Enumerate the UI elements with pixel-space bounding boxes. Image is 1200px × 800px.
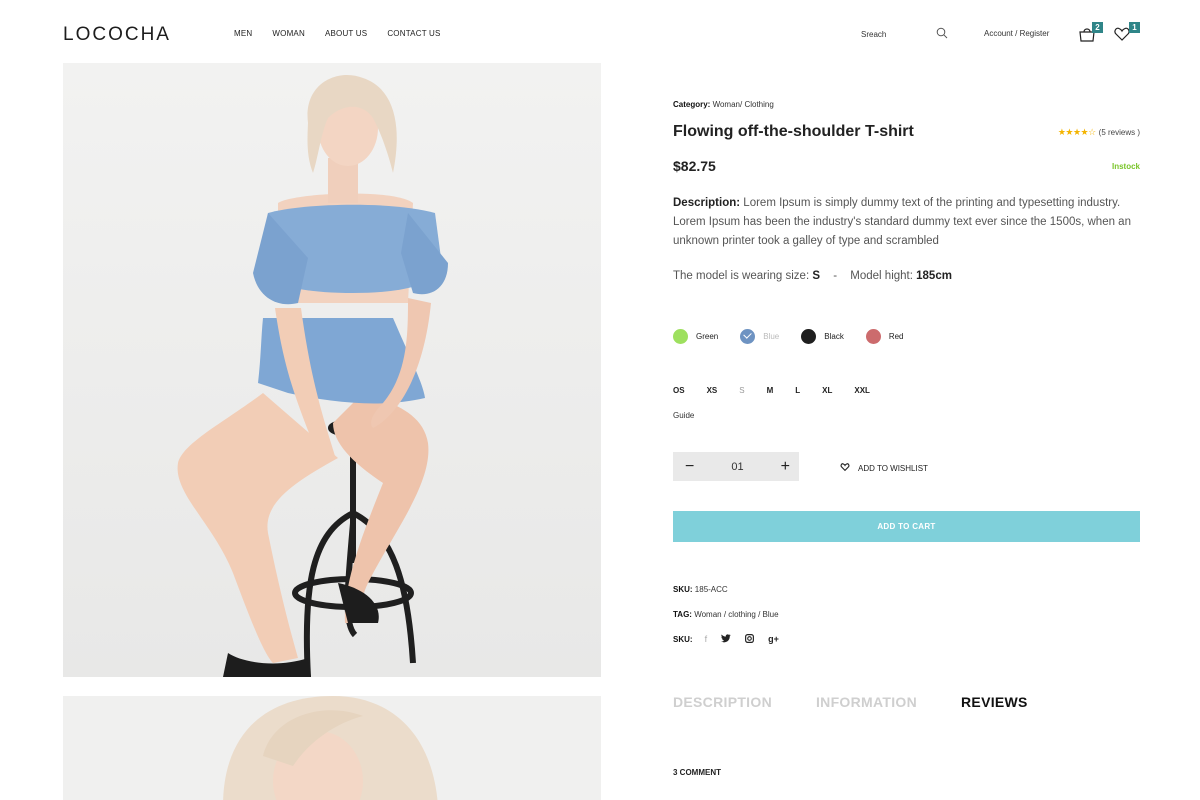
quantity-input[interactable]: 01 xyxy=(731,461,743,473)
main-nav: MEN WOMAN ABOUT US CONTACT US xyxy=(234,29,461,38)
model-size-value: S xyxy=(812,270,821,282)
size-option-l[interactable]: L xyxy=(795,386,800,395)
logo[interactable]: LOCOCHA xyxy=(63,24,171,46)
cart-count-badge: 2 xyxy=(1092,22,1103,33)
size-option-s[interactable]: S xyxy=(739,386,744,395)
comment-count: 3 COMMENT xyxy=(673,768,721,777)
color-option-green[interactable]: Green xyxy=(673,329,718,344)
share-row: SKU: f g+ xyxy=(673,634,793,645)
tag-row: TAG: Woman / clothing / Blue xyxy=(673,610,779,619)
size-option-os[interactable]: OS xyxy=(673,386,685,395)
sku-value: 185-ACC xyxy=(694,585,728,594)
tab-reviews[interactable]: REVIEWS xyxy=(961,694,1028,710)
instagram-icon[interactable] xyxy=(745,634,755,645)
color-option-red[interactable]: Red xyxy=(865,329,904,344)
cart-button[interactable]: 2 xyxy=(1078,22,1104,44)
size-option-xs[interactable]: XS xyxy=(707,386,718,395)
product-tabs: DESCRIPTION INFORMATION REVIEWS xyxy=(673,694,1072,710)
model-height-value: 185cm xyxy=(916,270,952,282)
social-links: f g+ xyxy=(705,634,793,645)
color-label: Blue xyxy=(763,332,780,341)
size-option-m[interactable]: M xyxy=(767,386,774,395)
account-register-link[interactable]: Account / Register xyxy=(984,29,1049,38)
size-option-xxl[interactable]: XXL xyxy=(854,386,870,395)
category-link[interactable]: Woman/ Clothing xyxy=(713,100,774,109)
color-option-blue[interactable]: Blue xyxy=(740,329,779,344)
color-label: Black xyxy=(824,332,844,341)
model-height-label: Model hight: xyxy=(850,270,913,282)
star-rating-icon: ★★★★☆ xyxy=(1057,127,1096,137)
product-rating[interactable]: ★★★★☆ (5 reviews ) xyxy=(1058,127,1140,138)
color-swatch[interactable] xyxy=(673,329,688,344)
tab-description[interactable]: DESCRIPTION xyxy=(673,694,772,710)
share-label: SKU: xyxy=(673,635,693,644)
product-price: $82.75 xyxy=(673,158,716,174)
nav-about-us[interactable]: ABOUT US xyxy=(325,29,367,38)
model-separator: - xyxy=(833,270,838,282)
category-label: Category: xyxy=(673,100,711,109)
sku-label: SKU: xyxy=(673,585,693,594)
color-swatch[interactable] xyxy=(865,329,881,344)
facebook-icon[interactable]: f xyxy=(705,634,708,645)
color-label: Green xyxy=(696,332,719,341)
decrease-quantity-button[interactable]: − xyxy=(685,458,694,475)
tag-label: TAG: xyxy=(673,610,692,619)
nav-men[interactable]: MEN xyxy=(234,29,252,38)
color-option-black[interactable]: Black xyxy=(801,329,844,344)
tag-links[interactable]: Woman / clothing / Blue xyxy=(694,610,778,619)
nav-woman[interactable]: WOMAN xyxy=(272,29,305,38)
increase-quantity-button[interactable]: + xyxy=(781,458,790,475)
color-swatch[interactable] xyxy=(801,329,817,344)
reviews-count[interactable]: (5 reviews ) xyxy=(1099,128,1140,137)
product-title: Flowing off-the-shoulder T-shirt xyxy=(673,123,914,140)
add-to-cart-button[interactable]: ADD TO CART xyxy=(673,511,1140,542)
product-category: Category: Woman/ Clothing xyxy=(673,100,774,109)
description-label: Description: xyxy=(673,197,741,209)
search-box[interactable]: Sreach xyxy=(861,26,951,44)
add-to-wishlist-button[interactable]: ADD TO WISHLIST xyxy=(840,462,928,474)
product-photo-secondary[interactable] xyxy=(63,696,601,800)
search-icon[interactable] xyxy=(936,26,948,44)
color-swatch-selected[interactable] xyxy=(740,329,756,344)
product-photo-main[interactable] xyxy=(63,63,601,677)
wishlist-count-badge: 1 xyxy=(1129,22,1140,33)
nav-contact-us[interactable]: CONTACT US xyxy=(387,29,440,38)
product-description: Description: Lorem Ipsum is simply dummy… xyxy=(673,194,1141,251)
tab-information[interactable]: INFORMATION xyxy=(816,694,917,710)
wishlist-header-button[interactable]: 1 xyxy=(1113,22,1141,44)
size-option-xl[interactable]: XL xyxy=(822,386,832,395)
stock-status: Instock xyxy=(1111,162,1140,171)
size-options: OS XS S M L XL XXL xyxy=(673,386,892,395)
add-to-wishlist-label: ADD TO WISHLIST xyxy=(858,463,928,473)
twitter-icon[interactable] xyxy=(721,634,731,645)
quantity-stepper: − 01 + xyxy=(673,452,799,481)
google-plus-icon[interactable]: g+ xyxy=(768,634,779,645)
color-options: Green Blue Black Red xyxy=(673,329,926,344)
sku-row: SKU: 185-ACC xyxy=(673,585,728,594)
model-info: The model is wearing size: S - Model hig… xyxy=(673,270,952,282)
heart-icon xyxy=(840,462,850,474)
description-text: Lorem Ipsum is simply dummy text of the … xyxy=(673,197,1131,247)
search-input[interactable]: Sreach xyxy=(861,30,886,39)
color-label: Red xyxy=(888,332,904,341)
size-guide-link[interactable]: Guide xyxy=(673,411,694,420)
model-size-label: The model is wearing size: xyxy=(673,270,810,282)
